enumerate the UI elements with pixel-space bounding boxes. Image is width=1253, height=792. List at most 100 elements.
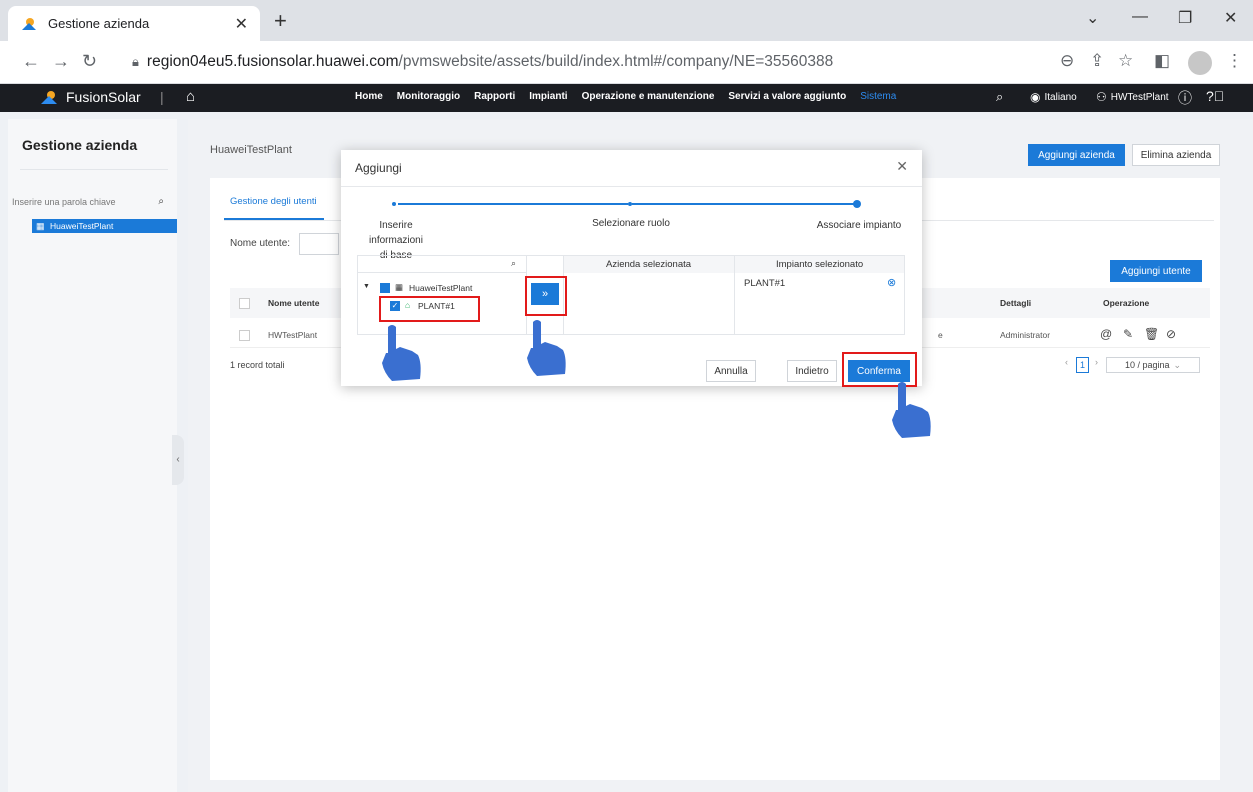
- add-user-dialog: Aggiungi ✕ Inserire informazioni di base…: [341, 150, 922, 386]
- menu-rapporti[interactable]: Rapporti: [474, 91, 515, 102]
- chevron-down-icon: ⌄: [1173, 359, 1182, 370]
- reset-password-icon[interactable]: @: [1100, 327, 1112, 341]
- selected-panel-divider: [734, 256, 735, 334]
- dialog-close-icon[interactable]: ✕: [896, 158, 908, 175]
- sidebar-item-huaweitestplant[interactable]: ▦ HuaweiTestPlant: [32, 219, 177, 233]
- dialog-title: Aggiungi: [355, 161, 402, 175]
- forward-icon[interactable]: →: [52, 51, 70, 72]
- menu-operazione[interactable]: Operazione e manutenzione: [582, 91, 715, 102]
- help-icon[interactable]: ?⃝: [1206, 88, 1224, 104]
- tab-search-icon[interactable]: ⌄: [1086, 8, 1099, 28]
- tab-title: Gestione azienda: [48, 16, 150, 31]
- username-filter-input[interactable]: [299, 233, 339, 255]
- sidebar-item-label: HuaweiTestPlant: [50, 221, 114, 231]
- tree-expand-icon[interactable]: ▼: [363, 283, 370, 290]
- pointer-hand-icon: [382, 325, 421, 381]
- add-user-button[interactable]: Aggiungi utente: [1110, 260, 1202, 282]
- menu-servizi[interactable]: Servizi a valore aggiunto: [728, 91, 846, 102]
- total-records: 1 record totali: [230, 360, 285, 370]
- profile-avatar[interactable]: [1188, 51, 1212, 75]
- select-all-checkbox[interactable]: [239, 298, 250, 309]
- fusionsolar-favicon-icon: [20, 15, 38, 33]
- row-checkbox[interactable]: [239, 330, 250, 341]
- step-3-dot: [853, 200, 861, 208]
- remove-plant-icon[interactable]: ⊗: [887, 276, 896, 289]
- back-button[interactable]: Indietro: [787, 360, 837, 382]
- close-tab-icon[interactable]: ✕: [235, 14, 248, 34]
- url-path: /pvmswebsite/assets/build/index.html#/co…: [398, 53, 834, 70]
- brand-name: FusionSolar: [66, 89, 141, 105]
- share-icon[interactable]: ⇪: [1090, 51, 1104, 71]
- company-sidebar: Gestione azienda Inserire una parola chi…: [8, 119, 177, 792]
- prev-page-icon[interactable]: ‹: [1065, 357, 1068, 367]
- company-title: HuaweiTestPlant: [210, 144, 292, 156]
- globe-icon: ◉: [1030, 90, 1041, 104]
- collapse-sidebar-handle[interactable]: ‹: [172, 435, 184, 485]
- disable-icon[interactable]: ⊘: [1166, 327, 1176, 341]
- row-username: HWTestPlant: [268, 330, 318, 340]
- pointer-hand-icon: [892, 382, 931, 438]
- sidebar-title: Gestione azienda: [22, 137, 138, 153]
- menu-impianti[interactable]: Impianti: [529, 91, 567, 102]
- username-label: Nome utente:: [230, 238, 291, 249]
- brand-logo[interactable]: FusionSolar: [40, 89, 141, 105]
- sidebar-search-input[interactable]: Inserire una parola chiave ⌕: [8, 196, 168, 207]
- tab-user-management[interactable]: Gestione degli utenti: [230, 196, 317, 207]
- browser-tab-bar: Gestione azienda ✕ + ⌄ — ❐ ✕: [0, 0, 1253, 41]
- sidebar-divider: [20, 169, 168, 170]
- lock-icon: 🔒︎: [132, 54, 139, 69]
- delete-company-button[interactable]: Elimina azienda: [1132, 144, 1220, 166]
- url-field[interactable]: 🔒︎ region04eu5.fusionsolar.huawei.com/pv…: [132, 47, 1012, 77]
- selected-panel: Azienda selezionata Impianto selezionato…: [563, 255, 905, 335]
- cancel-button[interactable]: Annulla: [706, 360, 756, 382]
- new-tab-icon[interactable]: +: [274, 8, 287, 34]
- url-host: region04eu5.fusionsolar.huawei.com: [146, 53, 399, 70]
- zoom-icon[interactable]: ⊖: [1060, 51, 1074, 71]
- bookmark-star-icon[interactable]: ☆: [1118, 51, 1133, 71]
- more-menu-icon[interactable]: ⋮: [1226, 51, 1243, 71]
- browser-tab[interactable]: Gestione azienda ✕: [8, 6, 260, 41]
- user-menu[interactable]: ⚇ HWTestPlant: [1096, 90, 1169, 104]
- company-icon: ▦: [36, 221, 45, 231]
- tree-search-divider: [358, 272, 526, 273]
- main-menu: Home Monitoraggio Rapporti Impianti Oper…: [355, 91, 896, 102]
- search-icon[interactable]: ⌕: [158, 196, 164, 207]
- language-label: Italiano: [1044, 91, 1077, 103]
- delete-icon[interactable]: 🗑︎: [1144, 327, 1159, 341]
- step-1-label-line1: Inserire informazioni: [369, 220, 423, 246]
- step-connector-2: [632, 203, 854, 205]
- back-icon[interactable]: ←: [22, 51, 40, 72]
- column-operation: Operazione: [1103, 298, 1150, 308]
- reload-icon[interactable]: ↻: [82, 51, 97, 72]
- window-close-icon[interactable]: ✕: [1224, 8, 1237, 28]
- header-search-icon[interactable]: ⌕: [996, 89, 1003, 105]
- row-details: Administrator: [1000, 330, 1051, 340]
- edit-icon[interactable]: ✎: [1123, 327, 1133, 341]
- minimize-icon[interactable]: —: [1132, 8, 1148, 26]
- info-icon[interactable]: ⓘ: [1178, 88, 1192, 108]
- page-size-select[interactable]: 10 / pagina ⌄: [1106, 357, 1200, 373]
- tree-root-checkbox[interactable]: [380, 283, 390, 293]
- page-number-current[interactable]: 1: [1076, 357, 1089, 373]
- language-selector[interactable]: ◉ Italiano: [1030, 90, 1077, 104]
- add-company-button[interactable]: Aggiungi azienda: [1028, 144, 1125, 166]
- column-username: Nome utente: [268, 298, 320, 308]
- menu-sistema[interactable]: Sistema: [860, 91, 896, 102]
- home-icon[interactable]: ⌂: [186, 88, 195, 105]
- app-header: FusionSolar | ⌂ Home Monitoraggio Rappor…: [0, 84, 1253, 112]
- tree-root-label: HuaweiTestPlant: [409, 283, 473, 293]
- restore-icon[interactable]: ❐: [1178, 8, 1192, 28]
- menu-monitoraggio[interactable]: Monitoraggio: [397, 91, 460, 102]
- column-selected-company: Azienda selezionata: [606, 259, 692, 270]
- menu-home[interactable]: Home: [355, 91, 383, 102]
- tree-search-icon[interactable]: ⌕: [511, 258, 516, 269]
- fusionsolar-logo-icon: [41, 91, 57, 104]
- side-panel-icon[interactable]: ◧: [1154, 51, 1170, 71]
- sidebar-search-placeholder: Inserire una parola chiave: [12, 197, 116, 207]
- step-2-dot: [628, 202, 632, 206]
- step-3-label: Associare impianto: [816, 220, 902, 231]
- page-size-value: 10 / pagina: [1124, 360, 1170, 370]
- user-name: HWTestPlant: [1110, 91, 1169, 103]
- next-page-icon[interactable]: ›: [1095, 357, 1098, 367]
- address-bar: ← → ↻ 🔒︎ region04eu5.fusionsolar.huawei.…: [0, 41, 1253, 84]
